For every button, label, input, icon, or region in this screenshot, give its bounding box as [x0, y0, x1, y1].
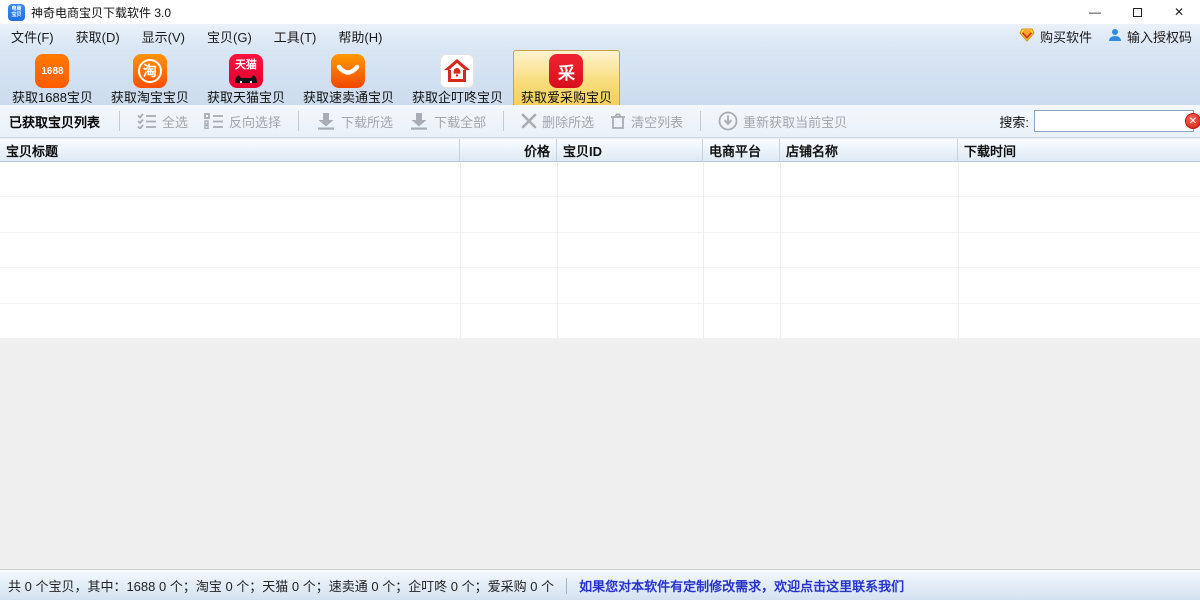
select-all-button[interactable]: 全选 — [137, 112, 188, 131]
user-icon — [1108, 28, 1122, 45]
get-taobao-button[interactable]: 淘 获取淘宝宝贝 — [103, 50, 197, 108]
get-aliexpress-button[interactable]: 获取速卖通宝贝 — [295, 50, 402, 108]
download-icon — [316, 112, 336, 130]
action-button-label: 下载全部 — [434, 112, 486, 131]
buy-software-button[interactable]: 购买软件 — [1019, 27, 1092, 46]
aicaigou-icon: 采 — [549, 54, 583, 88]
column-divider — [703, 162, 704, 339]
table-body — [0, 162, 1200, 339]
menu-file[interactable]: 文件(F) — [0, 24, 65, 48]
maximize-button[interactable] — [1116, 0, 1158, 24]
column-header-id[interactable]: 宝贝ID — [557, 139, 703, 162]
menu-help[interactable]: 帮助(H) — [327, 24, 393, 48]
enter-license-button[interactable]: 输入授权码 — [1108, 27, 1192, 46]
get-aicaigou-button[interactable]: 采 获取爱采购宝贝 — [513, 50, 620, 108]
action-button-label: 重新获取当前宝贝 — [743, 112, 847, 131]
1688-icon-text: 1688 — [41, 66, 63, 77]
select-all-icon — [137, 113, 157, 129]
menu-bar: 文件(F) 获取(D) 显示(V) 宝贝(G) 工具(T) 帮助(H) 购买软件 — [0, 24, 1200, 48]
clear-search-icon[interactable]: ✕ — [1185, 113, 1200, 129]
column-divider — [557, 162, 558, 339]
column-header-price[interactable]: 价格 — [460, 139, 557, 162]
app-icon-text: 宝贝 — [11, 12, 21, 18]
table-header: 宝贝标题 价格 宝贝ID 电商平台 店铺名称 下载时间 — [0, 139, 1200, 162]
column-header-title[interactable]: 宝贝标题 — [0, 139, 460, 162]
refresh-download-icon — [718, 111, 738, 131]
aliexpress-icon — [331, 54, 365, 88]
title-bar: 电商 宝贝 神奇电商宝贝下载软件 3.0 — ✕ — [0, 0, 1200, 24]
main-toolbar: 1688 获取1688宝贝 淘 获取淘宝宝贝 天猫 获取天猫宝贝 获取速卖通宝贝 — [0, 48, 1200, 105]
status-bar: 共 0 个宝贝，其中：1688 0 个；淘宝 0 个；天猫 0 个；速卖通 0 … — [0, 570, 1200, 600]
column-header-shop[interactable]: 店铺名称 — [780, 139, 958, 162]
menu-tools[interactable]: 工具(T) — [263, 24, 328, 48]
refetch-current-button[interactable]: 重新获取当前宝贝 — [718, 111, 847, 131]
taobao-icon-text: 淘 — [143, 61, 157, 81]
separator — [298, 111, 299, 131]
maximize-icon — [1133, 8, 1142, 17]
action-button-label: 清空列表 — [631, 112, 683, 131]
action-button-label: 全选 — [162, 112, 188, 131]
action-button-label: 下载所选 — [341, 112, 393, 131]
get-tmall-button[interactable]: 天猫 获取天猫宝贝 — [199, 50, 293, 108]
separator — [503, 111, 504, 131]
column-divider — [958, 162, 959, 339]
get-qidingdong-button[interactable]: 获取企叮咚宝贝 — [404, 50, 511, 108]
close-button[interactable]: ✕ — [1158, 0, 1200, 24]
action-button-label: 删除所选 — [542, 112, 594, 131]
invert-selection-button[interactable]: 反向选择 — [204, 112, 281, 131]
table-row — [0, 304, 1200, 339]
toolbar-button-label: 获取速卖通宝贝 — [303, 90, 394, 105]
toolbar-button-label: 获取企叮咚宝贝 — [412, 90, 503, 105]
search-label: 搜索: — [999, 112, 1029, 131]
menu-view[interactable]: 显示(V) — [131, 24, 196, 48]
window-title: 神奇电商宝贝下载软件 3.0 — [31, 4, 171, 21]
toolbar-button-label: 获取爱采购宝贝 — [521, 90, 612, 105]
trash-icon — [610, 113, 626, 130]
table-row — [0, 197, 1200, 232]
search-input[interactable] — [1034, 110, 1194, 132]
tmall-icon-text: 天猫 — [235, 59, 257, 72]
download-selected-button[interactable]: 下载所选 — [316, 112, 393, 131]
minimize-button[interactable]: — — [1074, 0, 1116, 24]
tmall-cat-icon — [233, 72, 259, 83]
delete-selected-button[interactable]: 删除所选 — [521, 112, 594, 131]
download-icon — [409, 112, 429, 130]
action-bar: 已获取宝贝列表 全选 反向选择 下载所 — [0, 105, 1200, 138]
column-header-platform[interactable]: 电商平台 — [703, 139, 780, 162]
column-divider — [460, 162, 461, 339]
table-row — [0, 162, 1200, 197]
enter-license-label: 输入授权码 — [1127, 27, 1192, 46]
window-background — [0, 340, 1200, 570]
menu-get[interactable]: 获取(D) — [65, 24, 131, 48]
separator — [119, 111, 120, 131]
contact-us-link[interactable]: 如果您对本软件有定制修改需求，欢迎点击这里联系我们 — [579, 576, 904, 595]
toolbar-button-label: 获取天猫宝贝 — [207, 90, 285, 105]
buy-software-label: 购买软件 — [1040, 27, 1092, 46]
menu-item[interactable]: 宝贝(G) — [196, 24, 263, 48]
clear-list-button[interactable]: 清空列表 — [610, 112, 683, 131]
get-1688-button[interactable]: 1688 获取1688宝贝 — [4, 50, 101, 108]
download-all-button[interactable]: 下载全部 — [409, 112, 486, 131]
toolbar-button-label: 获取淘宝宝贝 — [111, 90, 189, 105]
gem-icon — [1019, 28, 1035, 45]
app-icon: 电商 宝贝 — [8, 4, 25, 21]
column-header-downloadtime[interactable]: 下载时间 — [958, 139, 1200, 162]
tmall-icon: 天猫 — [229, 54, 263, 88]
delete-icon — [521, 113, 537, 129]
separator — [566, 578, 567, 594]
taobao-icon: 淘 — [133, 54, 167, 88]
1688-icon: 1688 — [35, 54, 69, 88]
separator — [700, 111, 701, 131]
action-button-label: 反向选择 — [229, 112, 281, 131]
status-summary: 共 0 个宝贝，其中：1688 0 个；淘宝 0 个；天猫 0 个；速卖通 0 … — [8, 576, 554, 595]
qidingdong-icon — [440, 54, 474, 88]
list-title: 已获取宝贝列表 — [9, 112, 100, 131]
aicaigou-icon-text: 采 — [558, 59, 575, 84]
toolbar-button-label: 获取1688宝贝 — [12, 90, 93, 105]
invert-select-icon — [204, 113, 224, 129]
column-divider — [780, 162, 781, 339]
table-row — [0, 233, 1200, 268]
table-row — [0, 268, 1200, 303]
